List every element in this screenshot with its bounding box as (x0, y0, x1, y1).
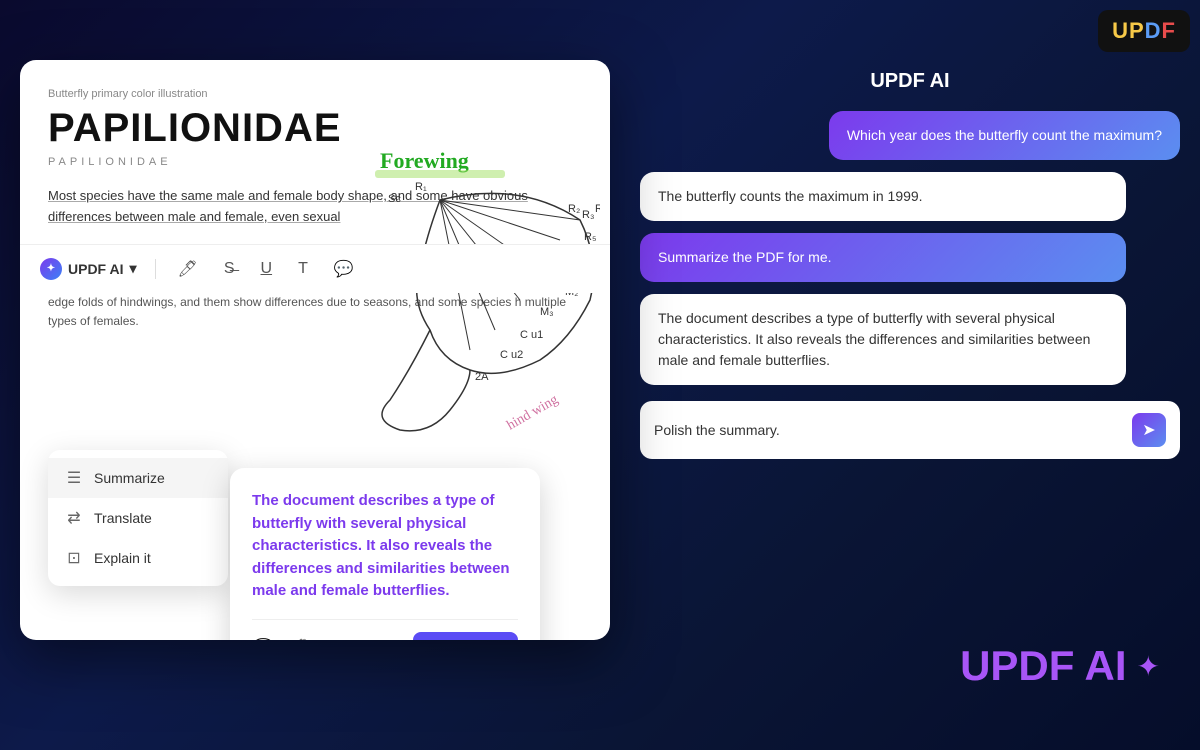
translate-menu-item[interactable]: ⇄ Translate (48, 498, 228, 538)
brand-ai: AI (1085, 642, 1127, 689)
svg-text:R₃: R₃ (582, 209, 594, 221)
strikethrough-icon[interactable]: S̶ (220, 256, 239, 282)
chat-text-user-1: Which year does the butterfly count the … (847, 127, 1162, 143)
chat-input-area: ➤ (640, 401, 1180, 459)
generate-button[interactable]: ▶ Generate (413, 632, 518, 641)
logo-p: P (1129, 18, 1145, 43)
dropdown-arrow-icon: ▾ (129, 260, 136, 277)
explain-icon: ⊡ (64, 548, 84, 568)
main-container: Forewing R₂ R₃ (20, 60, 1180, 710)
svg-text:Forewing: Forewing (380, 148, 469, 173)
translate-label: Translate (94, 510, 152, 526)
svg-text:R₁: R₁ (415, 181, 427, 193)
chat-message-user-2: Summarize the PDF for me. (640, 233, 1126, 282)
svg-text:2A: 2A (475, 371, 489, 383)
pdf-content: Forewing R₂ R₃ (20, 60, 610, 244)
svg-text:R₅: R₅ (584, 231, 596, 243)
toolbar-separator (155, 259, 156, 279)
summarize-popup: The document describes a type of butterf… (230, 468, 540, 640)
ai-dropdown-menu: ☰ Summarize ⇄ Translate ⊡ Explain it (48, 450, 228, 586)
chat-message-ai-2: The document describes a type of butterf… (640, 294, 1126, 385)
logo-f: F (1162, 18, 1176, 43)
brand-updf: UPDF (960, 642, 1084, 689)
updf-logo-corner: UPDF (1098, 10, 1190, 52)
send-icon: ➤ (1142, 420, 1155, 440)
text-color-icon[interactable]: T (294, 256, 312, 282)
ai-button-label: UPDF AI (68, 261, 123, 277)
brand-text: UPDF AI (960, 642, 1126, 690)
chat-text-ai-1: The butterfly counts the maximum in 1999… (658, 188, 923, 204)
explain-menu-item[interactable]: ⊡ Explain it (48, 538, 228, 578)
logo-u: U (1112, 18, 1129, 43)
summarize-label: Summarize (94, 470, 165, 486)
chat-text-user-2: Summarize the PDF for me. (658, 249, 832, 265)
pdf-toolbar: ✦ UPDF AI ▾ 🖊 S̶ U T 💬 (20, 244, 610, 293)
sparkle-icon: ✦ (1137, 650, 1160, 683)
generate-arrow-icon: ▶ (427, 640, 438, 641)
svg-text:hind wing: hind wing (505, 392, 561, 433)
ai-icon: ✦ (40, 258, 62, 280)
updf-ai-brand: UPDF AI ✦ (960, 642, 1160, 690)
svg-text:C u2: C u2 (500, 349, 523, 361)
svg-text:R₂: R₂ (568, 203, 580, 215)
svg-text:R₄: R₄ (595, 203, 600, 215)
chat-message-user-1: Which year does the butterfly count the … (829, 111, 1180, 160)
popup-chat-icon[interactable]: 💬 (252, 638, 274, 641)
underline-icon[interactable]: U (257, 256, 277, 282)
summarize-menu-item[interactable]: ☰ Summarize (48, 458, 228, 498)
chat-message-ai-1: The butterfly counts the maximum in 1999… (640, 172, 1126, 221)
ai-chat-panel: UPDF AI Which year does the butterfly co… (640, 60, 1180, 459)
popup-edit-icon[interactable]: 🖊 (286, 638, 309, 641)
pdf-doc-subtitle: Butterfly primary color illustration (48, 88, 582, 100)
chat-send-button[interactable]: ➤ (1132, 413, 1166, 447)
pdf-panel: Forewing R₂ R₃ (20, 60, 610, 640)
svg-text:Sc: Sc (388, 193, 401, 205)
svg-text:M₃: M₃ (540, 306, 554, 318)
popup-footer: 💬 🖊 ⎘ Copy ▶ Generate (252, 619, 518, 641)
logo-d: D (1145, 18, 1162, 43)
summarize-icon: ☰ (64, 468, 84, 488)
highlight-icon[interactable]: 🖊 (174, 255, 202, 283)
comment-icon[interactable]: 💬 (330, 255, 358, 283)
explain-label: Explain it (94, 550, 151, 566)
ai-panel-title: UPDF AI (640, 70, 1180, 93)
updf-ai-button[interactable]: ✦ UPDF AI ▾ (40, 258, 137, 280)
copy-icon: ⎘ (351, 640, 362, 641)
chat-input[interactable] (654, 422, 1132, 438)
copy-button[interactable]: ⎘ Copy (351, 640, 401, 641)
translate-icon: ⇄ (64, 508, 84, 528)
svg-text:C u1: C u1 (520, 329, 543, 341)
chat-text-ai-2: The document describes a type of butterf… (658, 310, 1090, 368)
summarize-popup-text: The document describes a type of butterf… (252, 490, 518, 603)
